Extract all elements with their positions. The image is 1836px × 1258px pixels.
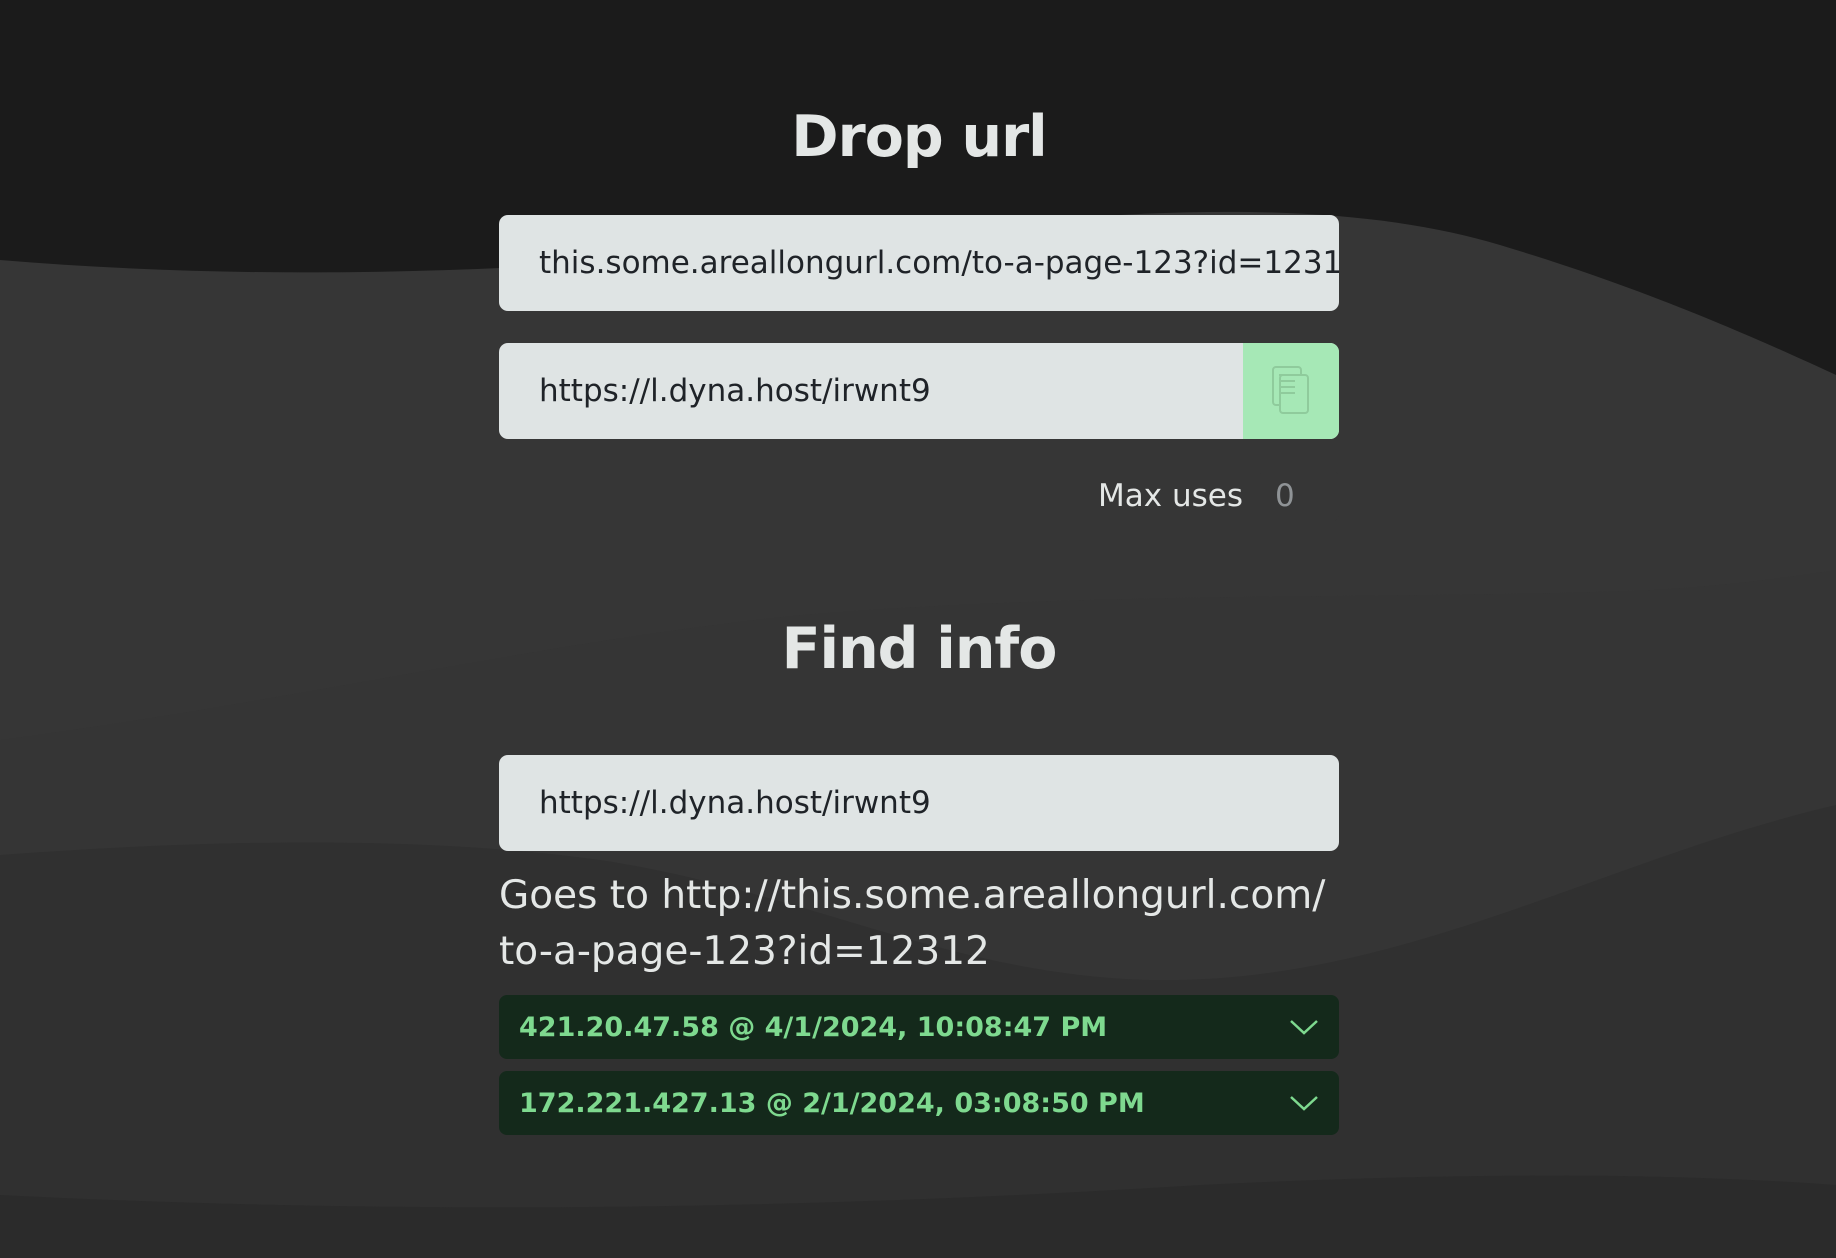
visit-entry[interactable]: 172.221.427.13 @ 2/1/2024, 03:08:50 PM <box>499 1071 1339 1135</box>
visit-entry[interactable]: 421.20.47.58 @ 4/1/2024, 10:08:47 PM <box>499 995 1339 1059</box>
visit-label: 421.20.47.58 @ 4/1/2024, 10:08:47 PM <box>519 1011 1108 1043</box>
copy-button[interactable] <box>1243 343 1339 439</box>
long-url-input[interactable]: this.some.areallongurl.com/to-a-page-123… <box>499 215 1339 311</box>
chevron-down-icon[interactable] <box>1289 1018 1319 1036</box>
max-uses-control: Max uses 0 <box>1098 470 1339 522</box>
short-url-value: https://l.dyna.host/irwnt9 <box>539 373 931 409</box>
visit-label: 172.221.427.13 @ 2/1/2024, 03:08:50 PM <box>519 1087 1145 1119</box>
short-url-output[interactable]: https://l.dyna.host/irwnt9 <box>499 343 1339 439</box>
find-url-value: https://l.dyna.host/irwnt9 <box>539 785 931 821</box>
max-uses-label: Max uses <box>1098 478 1243 514</box>
find-url-input[interactable]: https://l.dyna.host/irwnt9 <box>499 755 1339 851</box>
max-uses-input[interactable]: 0 <box>1259 470 1339 522</box>
copy-icon <box>1272 366 1309 414</box>
find-info-title: Find info <box>781 616 1058 682</box>
chevron-down-icon[interactable] <box>1289 1094 1319 1112</box>
long-url-value: this.some.areallongurl.com/to-a-page-123… <box>539 245 1339 281</box>
drop-url-title: Drop url <box>791 104 1047 170</box>
destination-text: Goes to http://this.some.areallongurl.co… <box>499 873 1326 974</box>
max-uses-value: 0 <box>1275 478 1295 514</box>
